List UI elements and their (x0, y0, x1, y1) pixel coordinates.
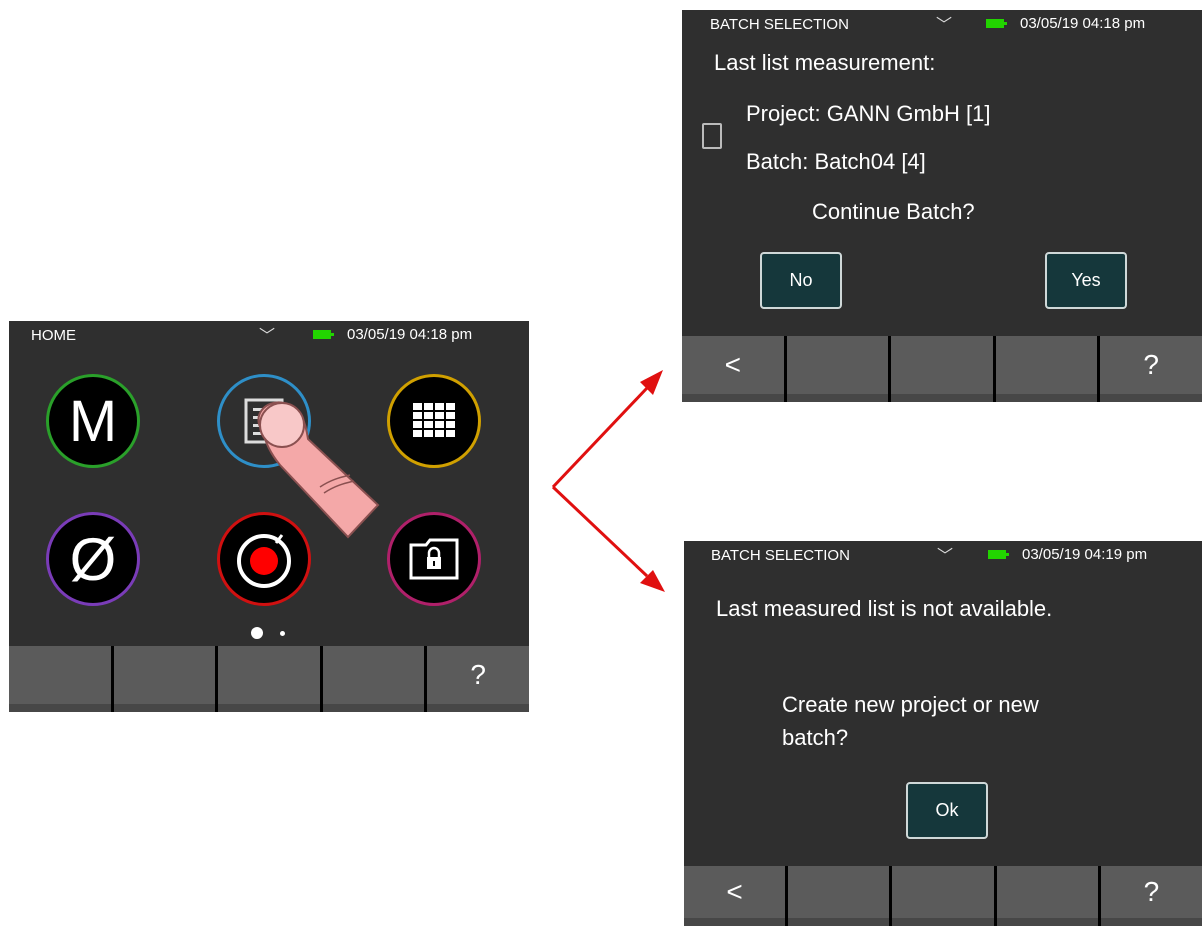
locked-folder-icon (409, 538, 459, 580)
ok-button[interactable]: Ok (906, 782, 988, 839)
manual-measurement-button[interactable]: M (46, 374, 140, 468)
screen-title: BATCH SELECTION (711, 547, 850, 564)
batch-label: Batch: Batch04 [4] (746, 149, 926, 174)
status-bar: HOME ﹀ 03/05/19 04:18 pm (9, 321, 529, 347)
screen-title: BATCH SELECTION (710, 16, 849, 33)
battery-icon (313, 330, 334, 339)
datetime: 03/05/19 04:18 pm (1020, 15, 1146, 32)
back-button[interactable]: < (684, 866, 786, 926)
chevron-down-icon[interactable]: ﹀ (259, 322, 275, 346)
unavailable-message: Last measured list is not available. (716, 596, 1053, 621)
continue-question: Continue Batch? (812, 199, 975, 224)
back-button[interactable]: < (682, 336, 784, 402)
status-bar: BATCH SELECTION ﹀ 03/05/19 04:18 pm (682, 10, 1202, 36)
nav-button-2[interactable] (788, 866, 890, 926)
chevron-down-icon[interactable]: ﹀ (936, 11, 952, 35)
battery-icon (986, 19, 1007, 28)
nav-button-4[interactable] (322, 646, 425, 712)
nav-button-3[interactable] (892, 866, 994, 926)
datetime: 03/05/19 04:18 pm (347, 326, 473, 343)
nav-button-3[interactable] (891, 336, 993, 402)
diameter-icon: Ø (69, 525, 117, 593)
bottom-nav: < ? (682, 336, 1202, 402)
finger-pointer-icon (257, 401, 380, 539)
help-button[interactable]: ? (427, 646, 529, 712)
battery-icon (988, 550, 1009, 559)
branch-arrows (551, 370, 665, 592)
locked-folder-button[interactable] (387, 512, 481, 606)
help-icon: ? (1143, 349, 1159, 380)
page-dot-active[interactable] (251, 627, 263, 639)
back-icon: < (724, 349, 741, 380)
project-label: Project: GANN GmbH [1] (746, 101, 991, 126)
chevron-down-icon[interactable]: ﹀ (937, 542, 953, 566)
keypad-button[interactable] (387, 374, 481, 468)
bottom-nav: ? (9, 646, 529, 712)
nav-button-1[interactable] (9, 646, 111, 712)
screen-title: HOME (31, 327, 76, 344)
heading: Last list measurement: (714, 50, 936, 75)
help-icon: ? (470, 659, 486, 690)
diameter-button[interactable]: Ø (46, 512, 140, 606)
nav-button-4[interactable] (996, 866, 1098, 926)
help-button[interactable]: ? (1100, 336, 1202, 402)
create-prompt-line2: batch? (782, 725, 849, 750)
bottom-nav: < ? (684, 866, 1202, 926)
nav-button-2[interactable] (786, 336, 889, 402)
nav-button-3[interactable] (218, 646, 320, 712)
create-prompt-line1: Create new project or new (782, 692, 1039, 717)
help-button[interactable]: ? (1100, 866, 1202, 926)
sd-card-icon (702, 123, 722, 149)
no-button[interactable]: No (760, 252, 842, 309)
grid-icon (413, 403, 455, 437)
back-icon: < (726, 876, 743, 907)
datetime: 03/05/19 04:19 pm (1022, 546, 1148, 563)
page-dot[interactable] (280, 631, 285, 636)
status-bar: BATCH SELECTION ﹀ 03/05/19 04:19 pm (684, 541, 1202, 567)
nav-button-2[interactable] (113, 646, 216, 712)
batch-continue-screen: BATCH SELECTION ﹀ 03/05/19 04:18 pm Last… (682, 10, 1202, 402)
yes-button[interactable]: Yes (1045, 252, 1127, 309)
help-icon: ? (1143, 876, 1160, 907)
m-icon: M (68, 388, 118, 454)
nav-button-4[interactable] (995, 336, 1098, 402)
batch-unavailable-screen: BATCH SELECTION ﹀ 03/05/19 04:19 pm Last… (684, 541, 1202, 926)
